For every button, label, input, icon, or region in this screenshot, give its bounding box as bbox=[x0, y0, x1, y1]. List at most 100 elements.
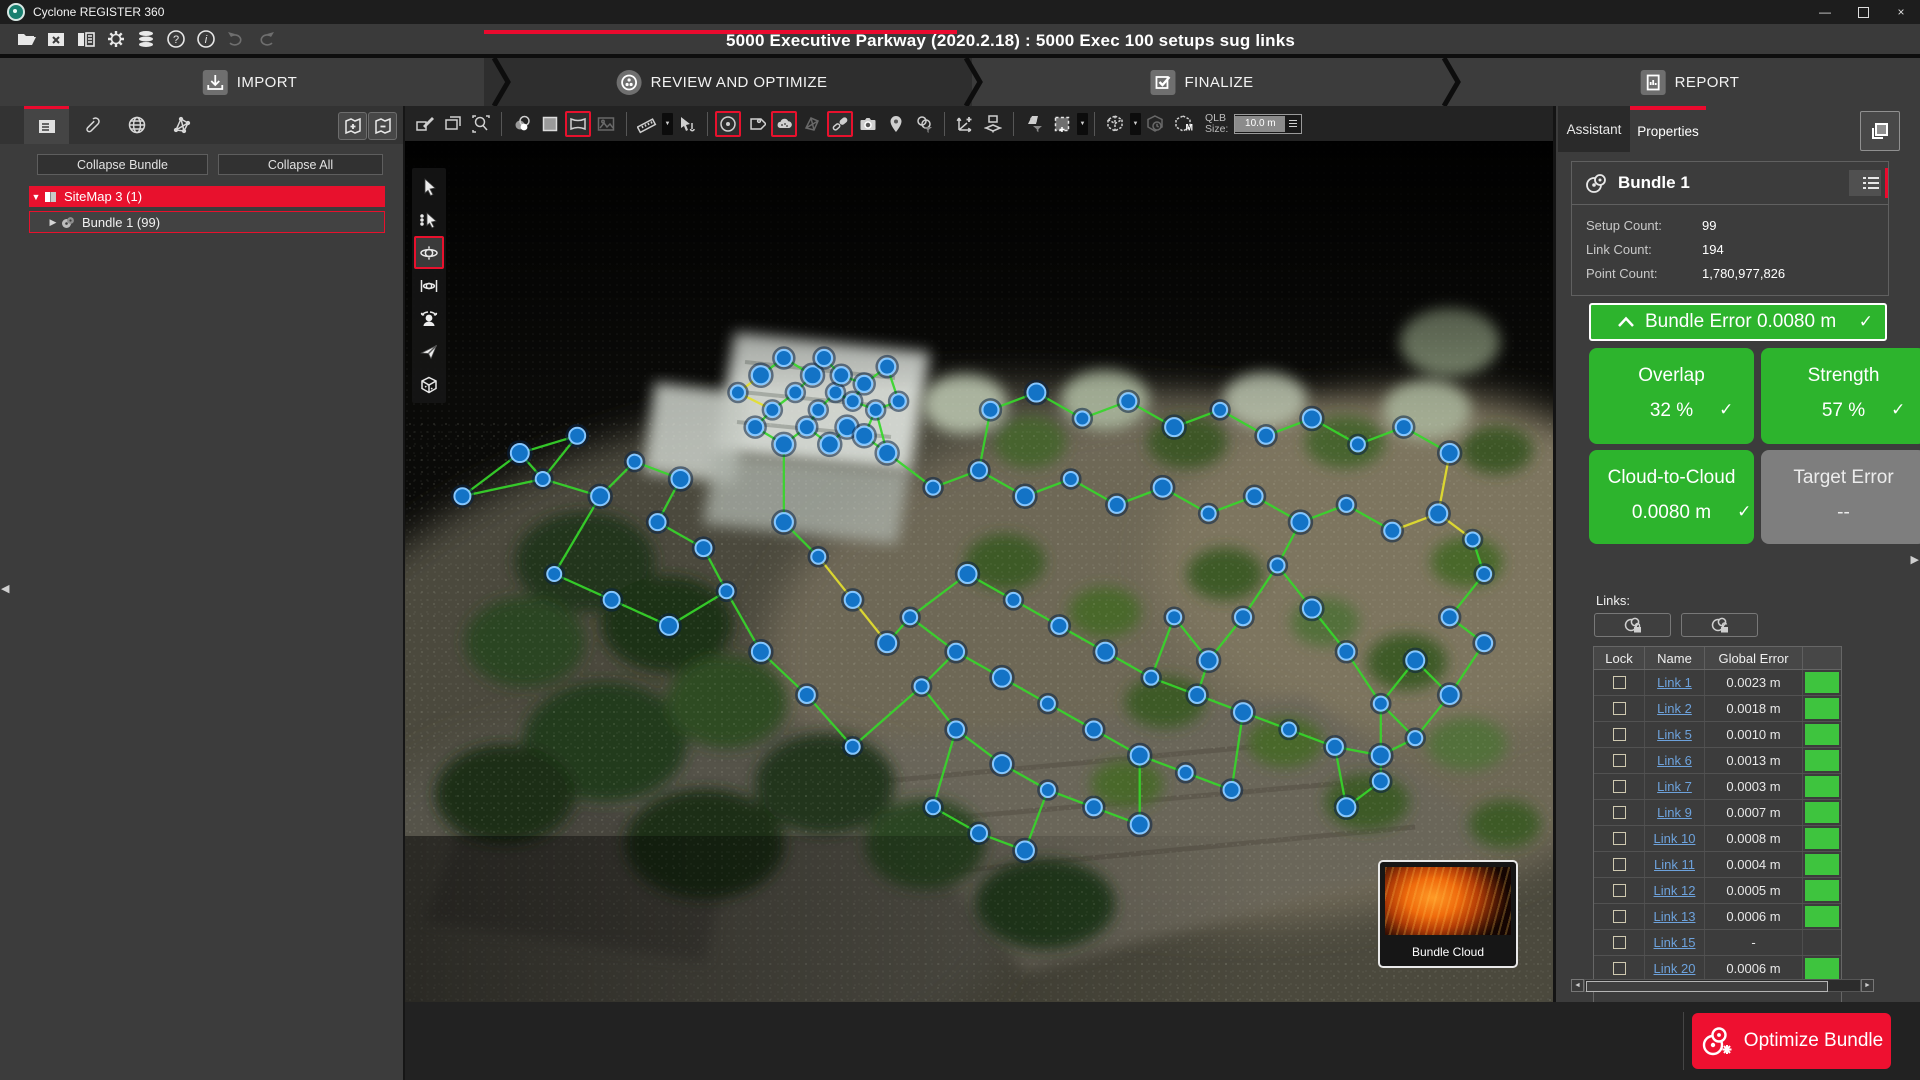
setup-node[interactable] bbox=[569, 428, 585, 444]
setup-node[interactable] bbox=[903, 610, 917, 624]
setup-node[interactable] bbox=[1327, 739, 1343, 755]
view-cube-tool-button[interactable] bbox=[414, 368, 444, 401]
setup-node[interactable] bbox=[1179, 766, 1193, 780]
setup-node[interactable] bbox=[672, 470, 690, 488]
setup-node[interactable] bbox=[1006, 593, 1020, 607]
optimize-bundle-button[interactable]: Optimize Bundle bbox=[1692, 1013, 1891, 1069]
tab-assistant[interactable]: Assistant bbox=[1558, 106, 1630, 152]
setup-node[interactable] bbox=[454, 488, 470, 504]
qlb-size-slider[interactable]: 10.0 m bbox=[1234, 114, 1302, 134]
setup-node[interactable] bbox=[1165, 418, 1183, 436]
setup-node[interactable] bbox=[1291, 513, 1309, 531]
setup-node[interactable] bbox=[811, 550, 825, 564]
setup-node[interactable] bbox=[547, 567, 561, 581]
lock-checkbox[interactable] bbox=[1613, 832, 1626, 845]
lock-checkbox[interactable] bbox=[1613, 884, 1626, 897]
setup-node[interactable] bbox=[926, 481, 940, 495]
setup-node[interactable] bbox=[1282, 723, 1296, 737]
lock-checkbox[interactable] bbox=[1613, 702, 1626, 715]
open-project-button[interactable] bbox=[12, 26, 40, 52]
setup-node[interactable] bbox=[1374, 697, 1388, 711]
link-name[interactable]: Link 10 bbox=[1654, 831, 1696, 846]
undock-panel-button[interactable] bbox=[1860, 111, 1900, 151]
link-name[interactable]: Link 11 bbox=[1654, 857, 1695, 872]
redo-button[interactable] bbox=[252, 26, 280, 52]
add-sitemap-button[interactable] bbox=[338, 112, 367, 140]
model-cube-button[interactable]: M bbox=[1170, 111, 1196, 137]
add-coordinate-button[interactable] bbox=[952, 111, 978, 137]
about-button[interactable]: i bbox=[192, 26, 220, 52]
fly-tool-button[interactable] bbox=[414, 335, 444, 368]
point-info-button[interactable] bbox=[674, 111, 700, 137]
setup-node[interactable] bbox=[1144, 671, 1158, 685]
setup-node[interactable] bbox=[731, 386, 745, 400]
setup-node[interactable] bbox=[948, 644, 964, 660]
show-mesh-button[interactable] bbox=[799, 111, 825, 137]
setup-node[interactable] bbox=[1441, 686, 1459, 704]
setup-node[interactable] bbox=[971, 825, 987, 841]
time-cube-button[interactable] bbox=[1142, 111, 1168, 137]
setup-node[interactable] bbox=[816, 350, 832, 366]
setup-node[interactable] bbox=[650, 514, 666, 530]
close-button[interactable]: × bbox=[1882, 0, 1920, 24]
measure-dropdown[interactable]: ▼ bbox=[662, 113, 673, 135]
screenshot-button[interactable] bbox=[855, 111, 881, 137]
setup-node[interactable] bbox=[1027, 384, 1045, 402]
setup-node[interactable] bbox=[752, 366, 770, 384]
setup-node[interactable] bbox=[878, 634, 896, 652]
setup-node[interactable] bbox=[1154, 479, 1172, 497]
minimize-button[interactable]: — bbox=[1806, 0, 1844, 24]
look-around-tool-button[interactable] bbox=[414, 302, 444, 335]
setup-node[interactable] bbox=[878, 444, 896, 462]
setup-node[interactable] bbox=[1213, 403, 1227, 417]
close-project-button[interactable] bbox=[42, 26, 70, 52]
pan-tool-button[interactable] bbox=[414, 269, 444, 302]
show-links-button[interactable] bbox=[827, 111, 853, 137]
setup-node[interactable] bbox=[1337, 798, 1355, 816]
transform-button[interactable] bbox=[980, 111, 1006, 137]
link-name[interactable]: Link 5 bbox=[1657, 727, 1692, 742]
setup-node[interactable] bbox=[1303, 409, 1321, 427]
setup-node[interactable] bbox=[821, 435, 839, 453]
setup-node[interactable] bbox=[1016, 841, 1034, 859]
link-name[interactable]: Link 7 bbox=[1657, 779, 1692, 794]
lock-checkbox[interactable] bbox=[1613, 780, 1626, 793]
setup-node[interactable] bbox=[856, 376, 872, 392]
measure-button[interactable] bbox=[634, 111, 660, 137]
link-name[interactable]: Link 6 bbox=[1657, 753, 1692, 768]
setup-node[interactable] bbox=[695, 540, 711, 556]
setup-node[interactable] bbox=[959, 565, 977, 583]
setup-node[interactable] bbox=[1396, 419, 1412, 435]
setup-node[interactable] bbox=[1466, 532, 1480, 546]
setup-node[interactable] bbox=[1247, 488, 1263, 504]
grayscale-view-button[interactable] bbox=[509, 111, 535, 137]
setup-node[interactable] bbox=[747, 419, 763, 435]
view-cube-button[interactable] bbox=[1102, 111, 1128, 137]
setup-node[interactable] bbox=[1131, 816, 1149, 834]
lock-checkbox[interactable] bbox=[1613, 754, 1626, 767]
setup-node[interactable] bbox=[948, 722, 964, 738]
maximize-button[interactable] bbox=[1844, 0, 1882, 24]
zoom-region-button[interactable] bbox=[468, 111, 494, 137]
setup-node[interactable] bbox=[604, 592, 620, 608]
setup-node[interactable] bbox=[660, 617, 678, 635]
setup-node[interactable] bbox=[1202, 507, 1216, 521]
link-name[interactable]: Link 9 bbox=[1657, 805, 1692, 820]
collapse-bundle-button[interactable]: Collapse Bundle bbox=[37, 154, 208, 175]
import-manager-button[interactable] bbox=[72, 26, 100, 52]
lock-checkbox[interactable] bbox=[1613, 962, 1626, 975]
setup-node[interactable] bbox=[1429, 505, 1447, 523]
image-view-button[interactable] bbox=[593, 111, 619, 137]
bundle-error-banner[interactable]: Bundle Error 0.0080 m ✓ bbox=[1589, 303, 1887, 341]
setup-node[interactable] bbox=[1338, 644, 1354, 660]
export-view-button[interactable] bbox=[412, 111, 438, 137]
setup-node[interactable] bbox=[1234, 703, 1252, 721]
setup-node[interactable] bbox=[1270, 558, 1284, 572]
setup-node[interactable] bbox=[971, 462, 987, 478]
link-name[interactable]: Link 12 bbox=[1654, 883, 1696, 898]
panorama-view-button[interactable] bbox=[565, 111, 591, 137]
limit-box-button[interactable] bbox=[1049, 111, 1075, 137]
tab-sitemap-tree[interactable] bbox=[24, 106, 69, 144]
scrollbar-thumb[interactable] bbox=[1586, 981, 1828, 992]
setup-node[interactable] bbox=[1406, 651, 1424, 669]
